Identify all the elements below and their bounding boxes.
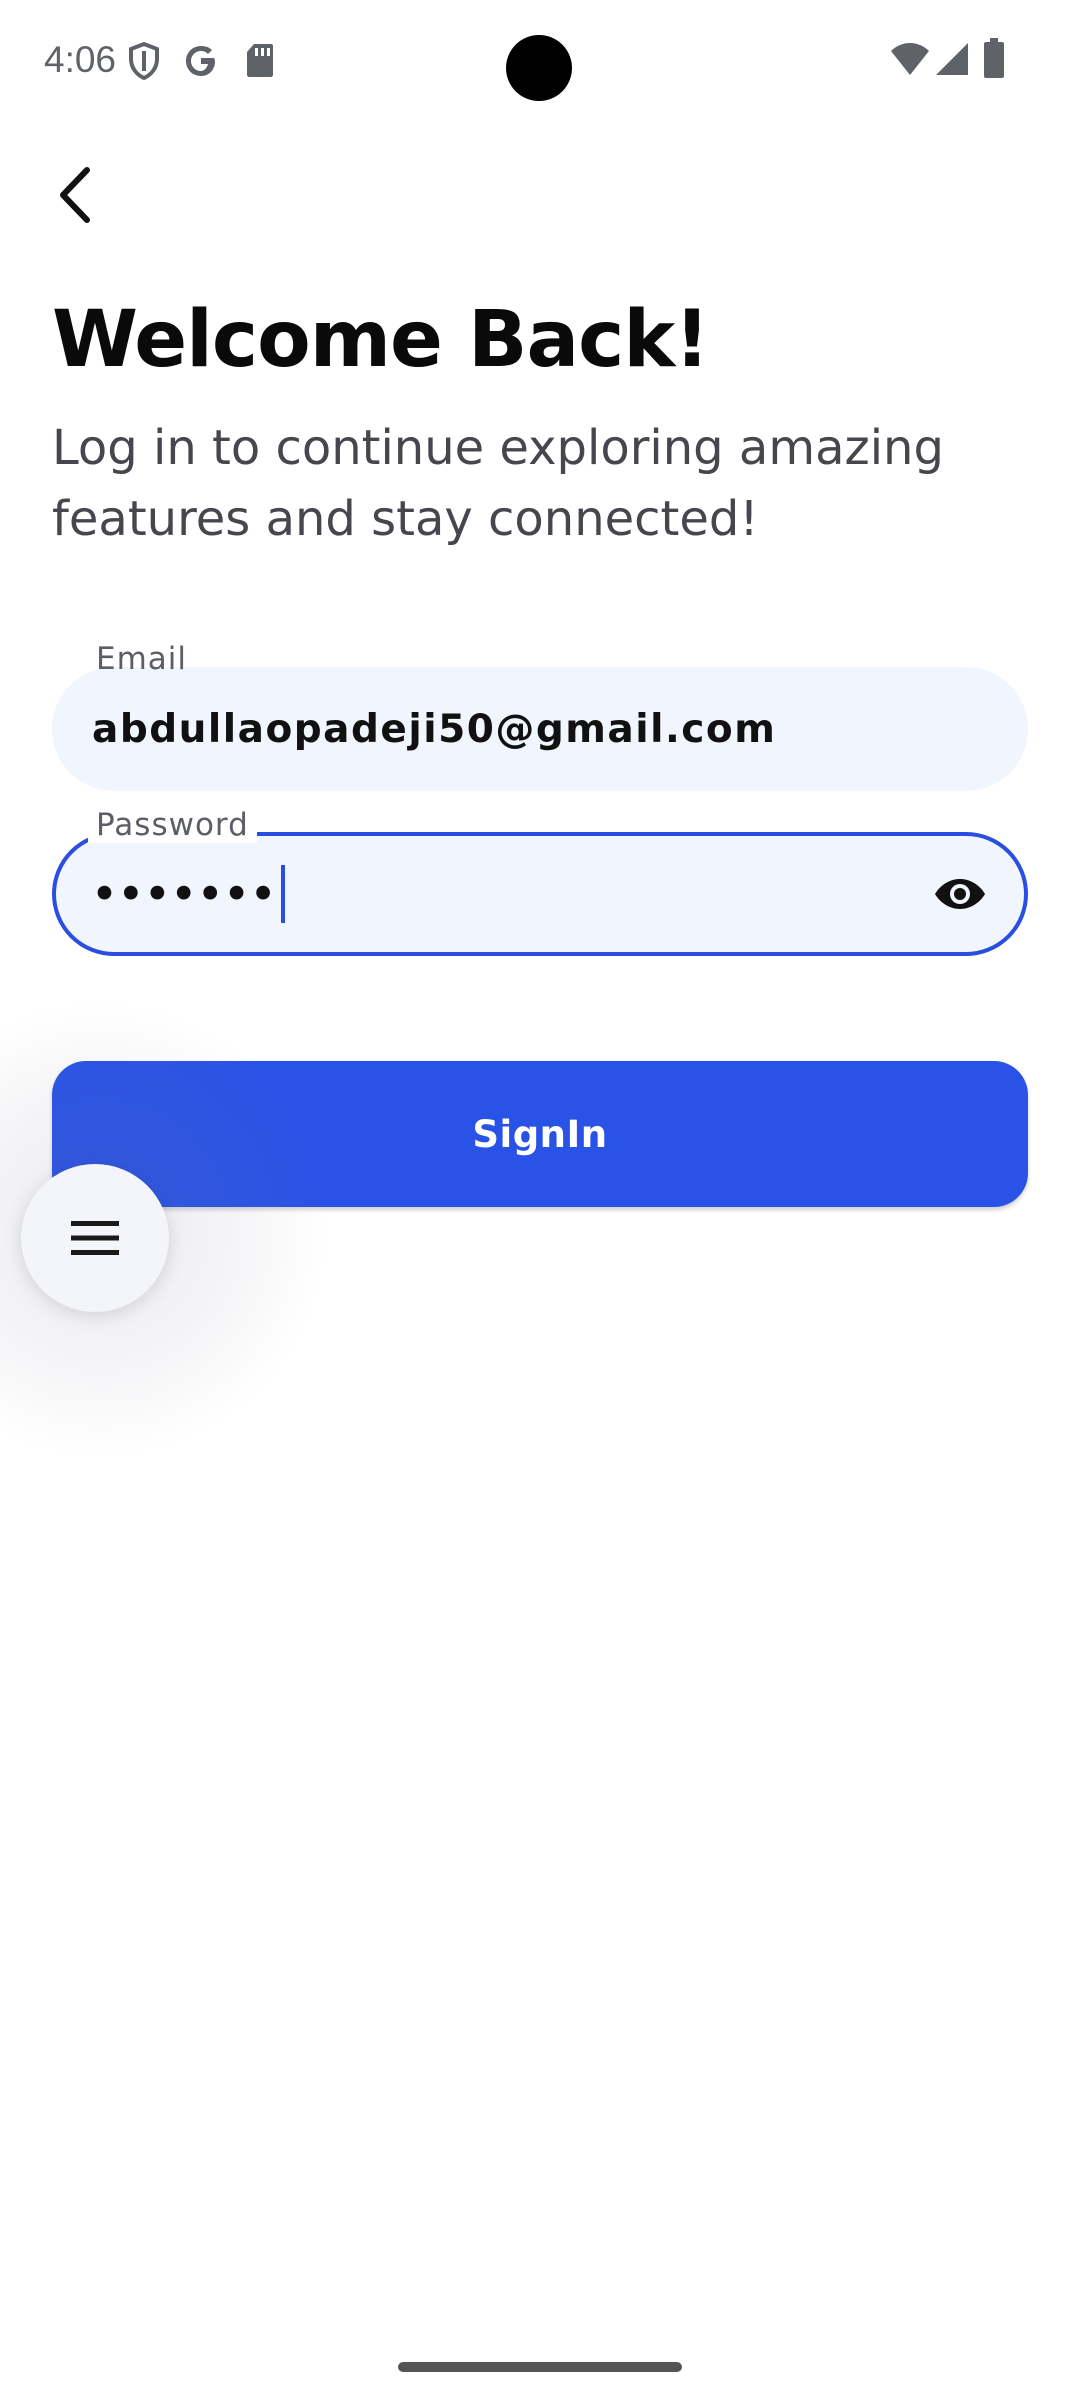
password-value: ••••••• xyxy=(92,871,277,917)
back-button[interactable] xyxy=(40,150,110,240)
email-input[interactable]: abdullaopadeji50@gmail.com xyxy=(92,667,776,791)
status-time: 4:06 xyxy=(44,39,117,80)
email-field[interactable]: Email abdullaopadeji50@gmail.com xyxy=(52,641,1028,791)
floating-menu-button[interactable] xyxy=(21,1164,169,1312)
password-field[interactable]: Password ••••••• xyxy=(52,807,1028,956)
sd-card-icon xyxy=(247,44,273,77)
page-subtitle: Log in to continue exploring amazing fea… xyxy=(52,420,944,547)
cellular-signal-icon xyxy=(936,43,968,75)
signin-button[interactable]: SignIn xyxy=(52,1061,1028,1207)
battery-icon xyxy=(984,38,1004,78)
text-cursor xyxy=(281,865,285,923)
eye-icon xyxy=(935,879,985,909)
home-indicator[interactable] xyxy=(398,2362,682,2372)
toggle-password-visibility-button[interactable] xyxy=(922,856,998,932)
wifi-icon xyxy=(891,43,929,75)
password-input[interactable]: ••••••• xyxy=(92,836,285,952)
chevron-left-icon xyxy=(60,167,90,223)
login-screen: 4:06 Welcome Back! Log in to continue ex… xyxy=(0,0,1080,2400)
google-icon xyxy=(186,46,215,76)
menu-icon xyxy=(71,1221,119,1255)
status-bar: 4:06 xyxy=(0,0,1080,120)
page-title: Welcome Back! xyxy=(52,295,710,385)
shield-icon xyxy=(129,42,159,80)
camera-cutout xyxy=(506,35,572,101)
